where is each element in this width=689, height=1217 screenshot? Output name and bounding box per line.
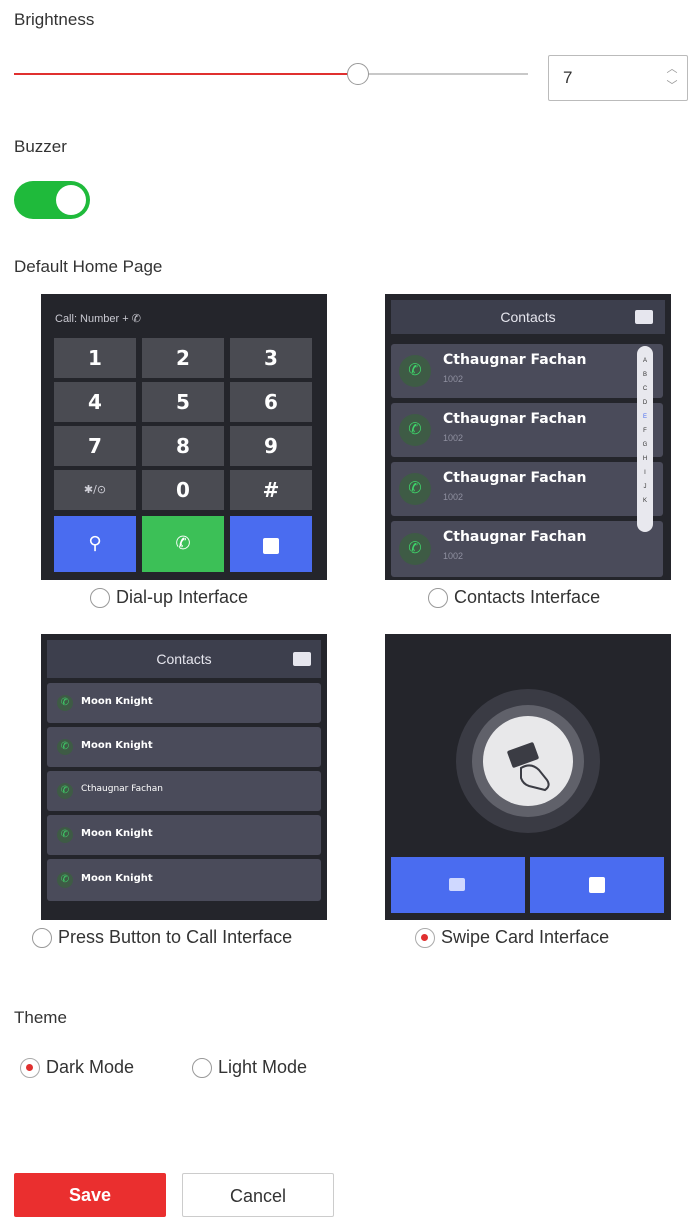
contact-row: Moon Knight (47, 815, 321, 855)
brightness-slider-track[interactable] (14, 73, 528, 75)
contact-name: Cthaugnar Fachan (443, 352, 587, 368)
dial-key: 3 (230, 338, 312, 378)
radio-label: Light Mode (218, 1057, 308, 1077)
alphabet-index: ABCDEFGHIJK (637, 346, 653, 532)
call-icon: ✆ (142, 516, 224, 572)
dial-key: # (230, 470, 312, 510)
brightness-label: Brightness (14, 10, 95, 29)
phone-icon (399, 533, 431, 565)
increment-icon[interactable]: ︿ (665, 62, 679, 76)
dial-key: 2 (142, 338, 224, 378)
radio-swipe-card[interactable]: Swipe Card Interface (415, 927, 609, 948)
buzzer-label: Buzzer (14, 137, 67, 156)
contact-name: Cthaugnar Fachan (443, 411, 587, 427)
contact-name: Cthaugnar Fachan (443, 529, 587, 545)
keypad-icon (293, 652, 311, 666)
contact-number: 1002 (443, 374, 464, 384)
contact-row: Moon Knight (47, 683, 321, 723)
contact-row: Cthaugnar Fachan 1002 (391, 521, 663, 577)
brightness-number-input[interactable]: 7 ︿ ﹀ (548, 55, 688, 101)
contact-row: Cthaugnar Fachan (47, 771, 321, 811)
radio-label: Contacts Interface (454, 587, 601, 607)
phone-icon (57, 872, 73, 888)
radio-contacts[interactable]: Contacts Interface (428, 587, 600, 608)
radio-circle-selected[interactable] (20, 1057, 40, 1078)
dial-key: 8 (142, 426, 224, 466)
decrement-icon[interactable]: ﹀ (665, 79, 679, 93)
phone-icon (57, 695, 73, 711)
dial-key: 1 (54, 338, 136, 378)
dialup-preview[interactable]: Call: Number + ✆ 1 2 3 4 5 6 7 8 9 ✱/⊙ 0… (41, 294, 327, 580)
brightness-value: 7 (563, 68, 573, 87)
press-button-title: Contacts (47, 640, 321, 678)
home-page-label: Default Home Page (14, 257, 163, 276)
radio-circle[interactable] (32, 927, 52, 948)
swipe-card-icon (483, 716, 573, 806)
dial-header: Call: Number + ✆ (55, 313, 141, 325)
phone-icon (399, 473, 431, 505)
dial-key: 5 (142, 382, 224, 422)
radio-label: Press Button to Call Interface (58, 927, 293, 947)
radio-circle[interactable] (90, 587, 110, 608)
contact-name: Cthaugnar Fachan (443, 470, 587, 486)
contact-row: Moon Knight (47, 727, 321, 767)
contact-number: 1002 (443, 551, 464, 561)
radio-light-mode[interactable]: Light Mode (192, 1057, 307, 1078)
radio-circle[interactable] (428, 587, 448, 608)
theme-label: Theme (14, 1008, 67, 1027)
swipe-card-preview[interactable] (385, 634, 671, 920)
brightness-slider-handle[interactable] (347, 63, 369, 85)
radio-dark-mode[interactable]: Dark Mode (20, 1057, 134, 1078)
phone-icon (399, 355, 431, 387)
contacts-preview[interactable]: Contacts Cthaugnar Fachan 1002 Cthaugnar… (385, 294, 671, 580)
press-button-preview[interactable]: Contacts Moon Knight Moon Knight Cthaugn… (41, 634, 327, 920)
radio-dialup[interactable]: Dial-up Interface (90, 587, 248, 608)
radio-label: Dark Mode (46, 1057, 135, 1077)
cancel-button[interactable]: Cancel (182, 1173, 334, 1217)
contact-name: Moon Knight (81, 873, 153, 884)
contact-name: Moon Knight (81, 696, 153, 707)
contact-name: Moon Knight (81, 828, 153, 839)
dial-key: ✱/⊙ (54, 470, 136, 510)
dial-key: 4 (54, 382, 136, 422)
contact-card-icon (589, 877, 605, 893)
contact-row: Cthaugnar Fachan 1002 (391, 462, 663, 516)
radio-press-button[interactable]: Press Button to Call Interface (32, 927, 292, 948)
save-button[interactable]: Save (14, 1173, 166, 1217)
keypad-button (391, 857, 525, 913)
brightness-slider-fill (14, 73, 358, 75)
contact-row: Cthaugnar Fachan 1002 (391, 344, 663, 398)
contact-number: 1002 (443, 433, 464, 443)
phone-icon (399, 414, 431, 446)
dial-key: 0 (142, 470, 224, 510)
contacts-title: Contacts (391, 300, 665, 334)
phone-icon (57, 827, 73, 843)
phone-icon (57, 739, 73, 755)
buzzer-toggle[interactable] (14, 181, 90, 219)
contact-name: Moon Knight (81, 740, 153, 751)
dial-key: 6 (230, 382, 312, 422)
radio-circle-selected[interactable] (415, 927, 435, 948)
toggle-knob (56, 185, 86, 215)
contact-row: Cthaugnar Fachan 1002 (391, 403, 663, 457)
contact-card-icon (230, 516, 312, 572)
dial-key: 9 (230, 426, 312, 466)
contact-name: Cthaugnar Fachan (81, 784, 163, 794)
phone-icon (57, 783, 73, 799)
key-icon: ⚲ (54, 516, 136, 572)
keypad-icon (635, 310, 653, 324)
radio-label: Swipe Card Interface (441, 927, 610, 947)
contact-row: Moon Knight (47, 859, 321, 901)
dial-key: 7 (54, 426, 136, 466)
contact-number: 1002 (443, 492, 464, 502)
radio-label: Dial-up Interface (116, 587, 249, 607)
radio-circle[interactable] (192, 1057, 212, 1078)
contacts-button (530, 857, 664, 913)
keypad-icon (449, 878, 465, 891)
